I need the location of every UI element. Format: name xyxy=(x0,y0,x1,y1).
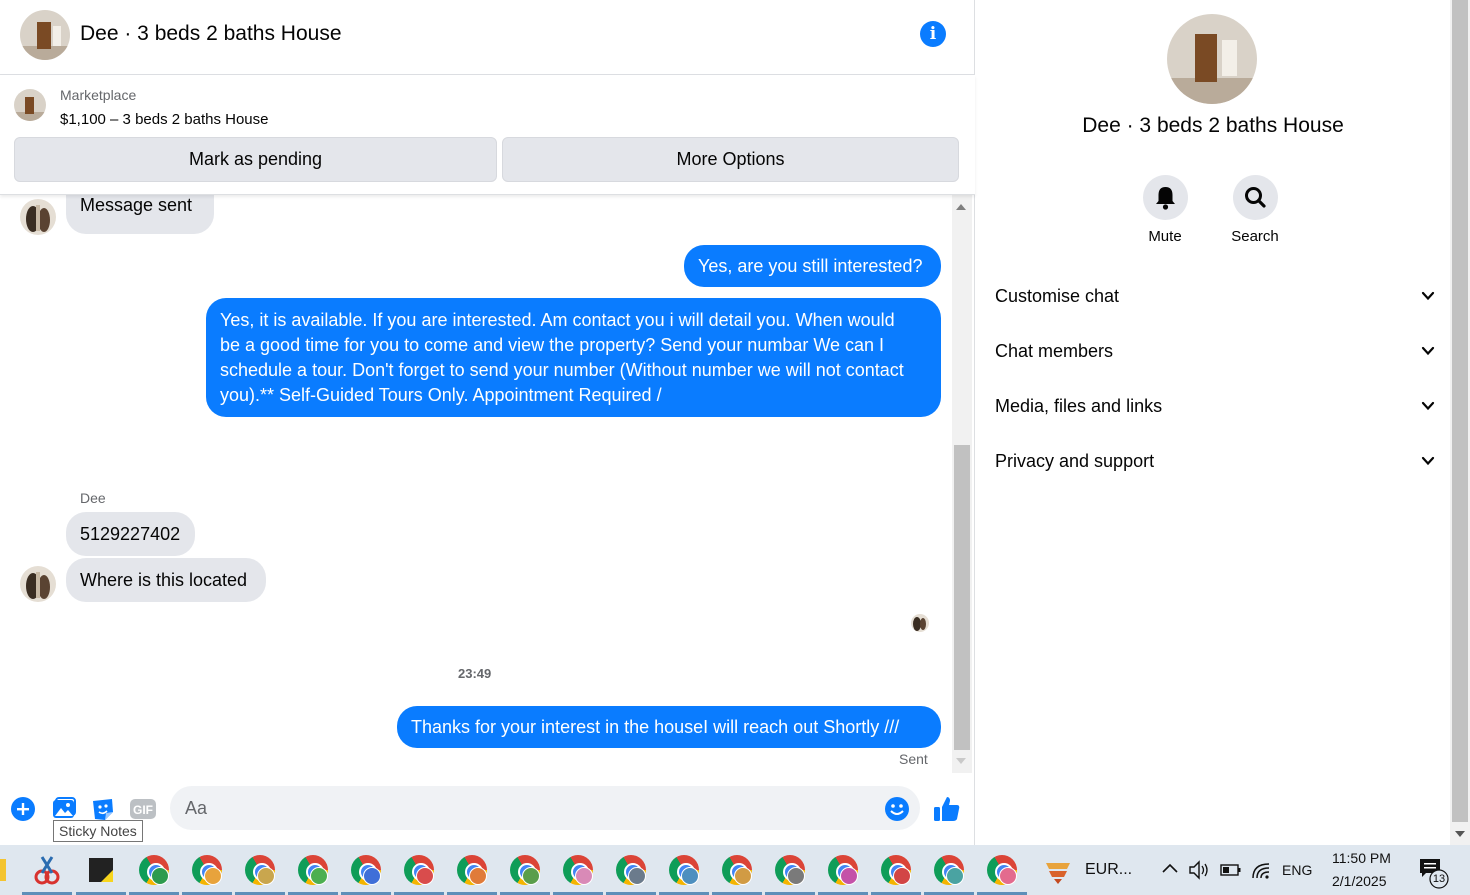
avatar[interactable] xyxy=(20,566,56,602)
currency-app-icon[interactable] xyxy=(1043,855,1073,885)
chrome-icon[interactable] xyxy=(871,853,921,895)
chrome-icon[interactable] xyxy=(235,853,285,895)
message-input[interactable] xyxy=(170,786,920,830)
chrome-icon[interactable] xyxy=(606,853,656,895)
avatar[interactable] xyxy=(20,199,56,235)
clock-date[interactable]: 2/1/2025 xyxy=(1332,873,1387,889)
sender-name: Dee xyxy=(80,490,106,506)
media-files-links-section[interactable]: Media, files and links xyxy=(995,386,1435,426)
scroll-up-icon[interactable] xyxy=(956,204,966,210)
page-scrollbar[interactable] xyxy=(1450,0,1470,845)
message-bubble-incoming[interactable]: 5129227402 xyxy=(66,512,195,556)
mute-button[interactable]: Mute xyxy=(1120,175,1210,245)
message-composer: GIF xyxy=(0,778,975,845)
chrome-icon[interactable] xyxy=(659,853,709,895)
read-receipt-avatar xyxy=(911,614,929,632)
search-icon[interactable] xyxy=(1232,175,1278,220)
message-bubble-incoming[interactable]: Message sent xyxy=(66,195,214,234)
chat-title[interactable]: Dee · 3 beds 2 baths House xyxy=(80,22,342,46)
bell-icon[interactable] xyxy=(1142,175,1188,220)
wifi-icon[interactable] xyxy=(1250,859,1272,881)
chevron-down-icon xyxy=(1421,291,1435,301)
chrome-icon[interactable] xyxy=(341,853,391,895)
listing-thumbnail[interactable] xyxy=(14,89,46,121)
chrome-icon[interactable] xyxy=(977,853,1027,895)
chevron-down-icon xyxy=(1421,401,1435,411)
section-label: Customise chat xyxy=(995,286,1120,306)
battery-icon[interactable] xyxy=(1220,861,1242,879)
customise-chat-section[interactable]: Customise chat xyxy=(995,276,1435,316)
chrome-icon[interactable] xyxy=(818,853,868,895)
message-bubble-outgoing[interactable]: Thanks for your interest in the houseI w… xyxy=(397,706,941,748)
emoji-icon[interactable] xyxy=(884,796,910,822)
message-status: Sent xyxy=(899,751,928,767)
like-icon[interactable] xyxy=(932,794,962,824)
chevron-up-icon[interactable] xyxy=(1160,859,1180,879)
more-options-button[interactable]: More Options xyxy=(502,137,959,182)
info-name: Dee · 3 beds 2 baths House xyxy=(1082,114,1344,137)
chat-avatar[interactable] xyxy=(20,10,70,60)
chevron-down-icon xyxy=(1421,456,1435,466)
section-label: Privacy and support xyxy=(995,451,1155,471)
sticky-notes-tooltip: Sticky Notes xyxy=(53,820,143,842)
message-bubble-incoming[interactable]: Where is this located xyxy=(66,558,266,602)
scrollbar-thumb[interactable] xyxy=(954,445,970,750)
search-label: Search xyxy=(1231,228,1279,245)
listing-kicker: Marketplace xyxy=(60,87,137,103)
notification-center-icon[interactable]: 13 xyxy=(1418,857,1450,889)
message-bubble-outgoing[interactable]: Yes, it is available. If you are interes… xyxy=(206,298,941,417)
plus-icon[interactable] xyxy=(10,796,36,822)
tray-app-label[interactable]: EUR... xyxy=(1085,861,1132,879)
scrollbar-thumb[interactable] xyxy=(1452,0,1468,822)
chat-members-section[interactable]: Chat members xyxy=(995,331,1435,371)
sticker-icon[interactable] xyxy=(90,796,116,822)
clock-time[interactable]: 11:50 PM xyxy=(1332,850,1391,866)
info-avatar[interactable] xyxy=(1167,14,1257,104)
photo-icon[interactable] xyxy=(51,796,77,822)
chrome-icon[interactable] xyxy=(288,853,338,895)
sticky-notes-icon[interactable] xyxy=(76,853,126,895)
chrome-icon[interactable] xyxy=(394,853,444,895)
message-timestamp: 23:49 xyxy=(458,666,492,681)
chrome-icon[interactable] xyxy=(765,853,815,895)
notification-count: 13 xyxy=(1432,873,1446,885)
message-bubble-outgoing[interactable]: Yes, are you still interested? xyxy=(684,245,941,287)
marketplace-listing-banner: Marketplace $1,100 – 3 beds 2 baths Hous… xyxy=(0,75,975,195)
privacy-support-section[interactable]: Privacy and support xyxy=(995,441,1435,481)
section-label: Chat members xyxy=(995,341,1114,361)
message-list: Message sent Yes, are you still interest… xyxy=(0,195,952,775)
windows-taskbar: EUR... ENG 11:50 PM 2/1/2025 13 xyxy=(0,845,1470,895)
chat-scrollbar[interactable] xyxy=(952,195,972,773)
mark-as-pending-button[interactable]: Mark as pending xyxy=(14,137,497,182)
snipping-tool-icon[interactable] xyxy=(22,853,72,895)
language-indicator[interactable]: ENG xyxy=(1282,862,1312,878)
conversation-info-panel: Dee · 3 beds 2 baths House Mute Search C… xyxy=(976,0,1450,845)
chrome-icon[interactable] xyxy=(129,853,179,895)
volume-icon[interactable] xyxy=(1188,859,1212,881)
chat-pane: Dee · 3 beds 2 baths House i Marketplace… xyxy=(0,0,975,845)
scroll-down-icon[interactable] xyxy=(956,758,966,764)
mute-label: Mute xyxy=(1148,228,1182,245)
chevron-down-icon xyxy=(1421,346,1435,356)
svg-text:GIF: GIF xyxy=(133,803,153,817)
chrome-icon[interactable] xyxy=(553,853,603,895)
chrome-icon[interactable] xyxy=(712,853,762,895)
search-button[interactable]: Search xyxy=(1210,175,1300,245)
chat-header: Dee · 3 beds 2 baths House i xyxy=(0,0,975,75)
section-label: Media, files and links xyxy=(995,396,1163,416)
info-icon[interactable]: i xyxy=(920,21,946,47)
folder-icon[interactable] xyxy=(0,859,6,881)
chrome-icon[interactable] xyxy=(924,853,974,895)
chrome-icon[interactable] xyxy=(500,853,550,895)
chrome-icon[interactable] xyxy=(182,853,232,895)
listing-price-title[interactable]: $1,100 – 3 beds 2 baths House xyxy=(60,111,269,128)
scroll-down-icon[interactable] xyxy=(1455,831,1465,837)
chrome-icon[interactable] xyxy=(447,853,497,895)
gif-icon[interactable]: GIF xyxy=(129,796,157,822)
